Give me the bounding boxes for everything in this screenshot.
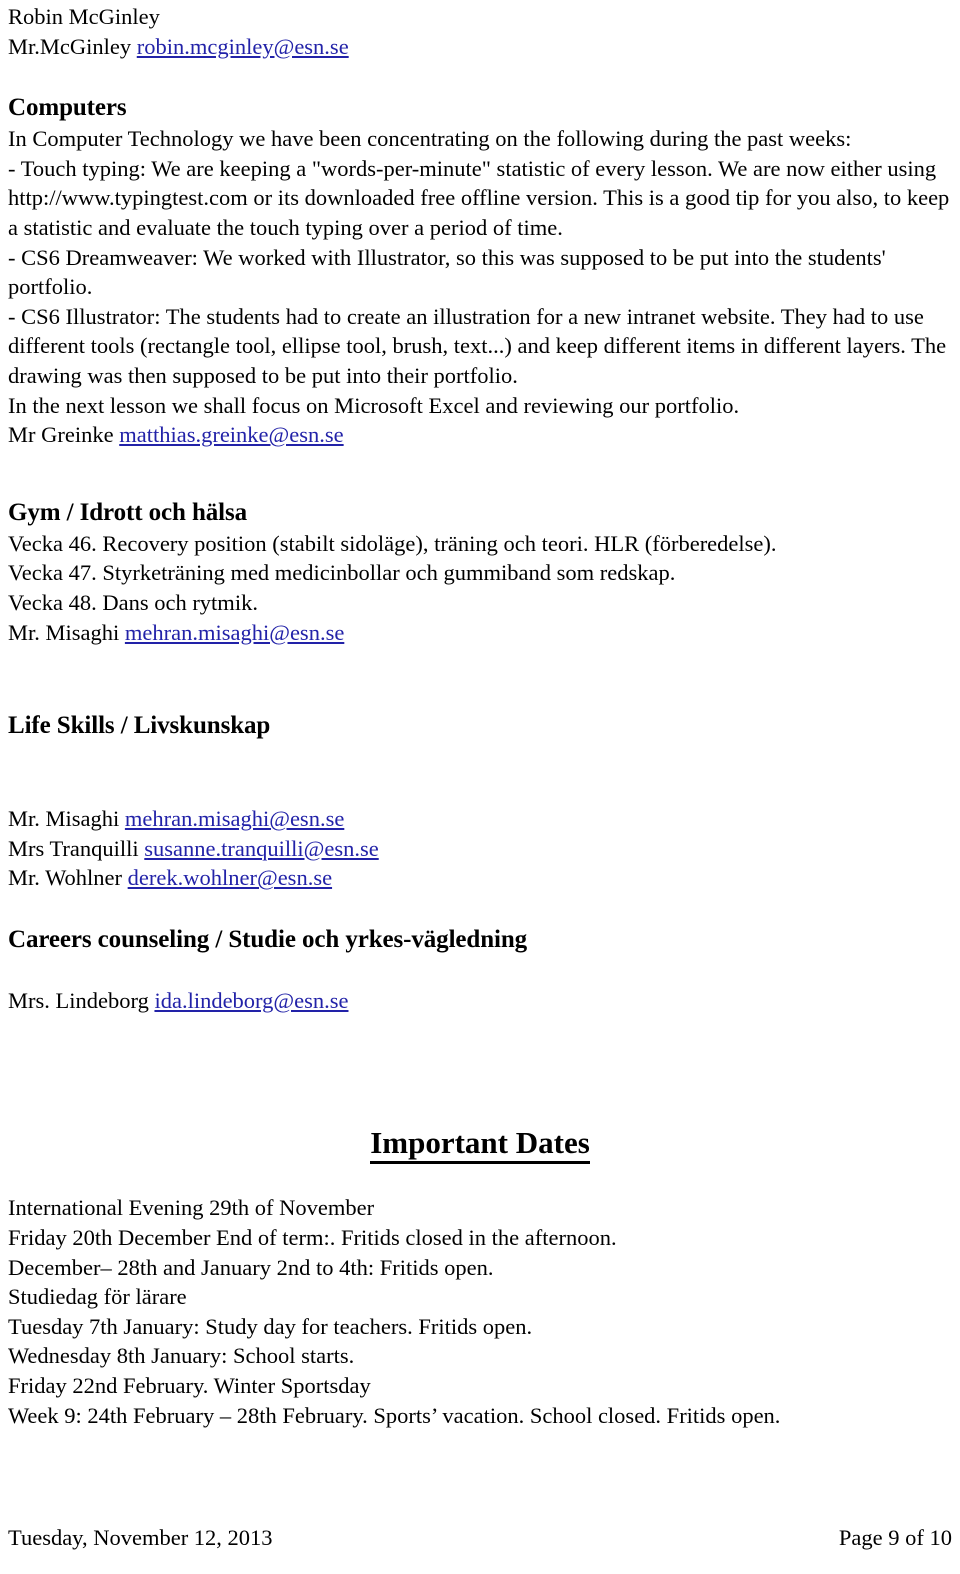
email-link-mcginley[interactable]: robin.mcginley@esn.se	[137, 34, 349, 59]
gym-week-47: Vecka 47. Styrketräning med medicinbolla…	[8, 560, 676, 586]
computers-dreamweaver: - CS6 Dreamweaver: We worked with Illust…	[8, 244, 886, 300]
computers-next-lesson: In the next lesson we shall focus on Mic…	[8, 392, 740, 418]
date-item: International Evening 29th of November	[8, 1195, 375, 1221]
computers-illustrator: - CS6 Illustrator: The students had to c…	[8, 303, 947, 388]
life-skills-contact-prefix: Mr. Misaghi	[8, 806, 125, 832]
life-skills-contact-prefix: Mr. Wohlner	[8, 865, 128, 891]
date-item: Tuesday 7th January: Study day for teach…	[8, 1313, 533, 1339]
date-item: Friday 20th December End of term:. Friti…	[8, 1225, 617, 1251]
email-link-misaghi-life[interactable]: mehran.misaghi@esn.se	[125, 806, 344, 831]
computers-teacher-prefix: Mr Greinke	[8, 422, 120, 448]
date-item: Week 9: 24th February – 28th February. S…	[8, 1402, 781, 1428]
email-link-wohlner[interactable]: derek.wohlner@esn.se	[128, 865, 332, 890]
life-skills-contact-row: Mrs Tranquilli susanne.tranquilli@esn.se	[8, 834, 952, 864]
section-heading-gym: Gym / Idrott och hälsa	[8, 498, 248, 526]
important-dates-heading: Important Dates	[8, 1123, 952, 1165]
section-heading-life-skills: Life Skills / Livskunskap	[8, 712, 271, 740]
gym-teacher-contact: Mr. Misaghi mehran.misaghi@esn.se	[8, 618, 952, 648]
computers-intro: In Computer Technology we have been conc…	[8, 126, 852, 152]
life-skills-contact-prefix: Mrs Tranquilli	[8, 835, 145, 861]
life-skills-contact-row: Mr. Wohlner derek.wohlner@esn.se	[8, 863, 952, 893]
gym-teacher-prefix: Mr. Misaghi	[8, 619, 125, 645]
author-name: Robin McGinley	[8, 4, 160, 29]
date-item: Wednesday 8th January: School starts.	[8, 1343, 355, 1369]
important-dates-list: International Evening 29th of November F…	[8, 1193, 952, 1430]
page-footer: Tuesday, November 12, 2013 Page 9 of 10	[8, 1524, 952, 1552]
author-contact-prefix: Mr.McGinley	[8, 33, 137, 59]
careers-contact-row: Mrs. Lindeborg ida.lindeborg@esn.se	[8, 986, 952, 1016]
email-link-tranquilli[interactable]: susanne.tranquilli@esn.se	[144, 836, 378, 861]
email-link-misaghi-gym[interactable]: mehran.misaghi@esn.se	[125, 620, 344, 645]
date-item: Studiedag för lärare	[8, 1284, 187, 1310]
important-dates-heading-text: Important Dates	[370, 1125, 590, 1165]
footer-page-number: Page 9 of 10	[838, 1525, 952, 1550]
section-heading-computers: Computers	[8, 94, 127, 122]
computers-teacher-contact: Mr Greinke matthias.greinke@esn.se	[8, 420, 952, 450]
careers-contact-prefix: Mrs. Lindeborg	[8, 987, 155, 1013]
life-skills-contact-row: Mr. Misaghi mehran.misaghi@esn.se	[8, 804, 952, 834]
date-item: December– 28th and January 2nd to 4th: F…	[8, 1254, 494, 1280]
author-contact-line: Mr.McGinley robin.mcginley@esn.se	[8, 32, 952, 62]
computers-touch-typing: - Touch typing: We are keeping a "words-…	[8, 155, 950, 240]
date-item: Friday 22nd February. Winter Sportsday	[8, 1373, 371, 1399]
footer-date: Tuesday, November 12, 2013	[8, 1525, 273, 1550]
document-page: Robin McGinley Mr.McGinley robin.mcginle…	[0, 0, 960, 1574]
section-heading-careers: Careers counseling / Studie och yrkes-vä…	[8, 925, 528, 953]
page-content: Robin McGinley Mr.McGinley robin.mcginle…	[8, 2, 952, 1430]
email-link-greinke[interactable]: matthias.greinke@esn.se	[119, 422, 343, 447]
email-link-lindeborg[interactable]: ida.lindeborg@esn.se	[154, 988, 348, 1013]
gym-week-46: Vecka 46. Recovery position (stabilt sid…	[8, 530, 777, 556]
gym-week-48: Vecka 48. Dans och rytmik.	[8, 589, 258, 615]
